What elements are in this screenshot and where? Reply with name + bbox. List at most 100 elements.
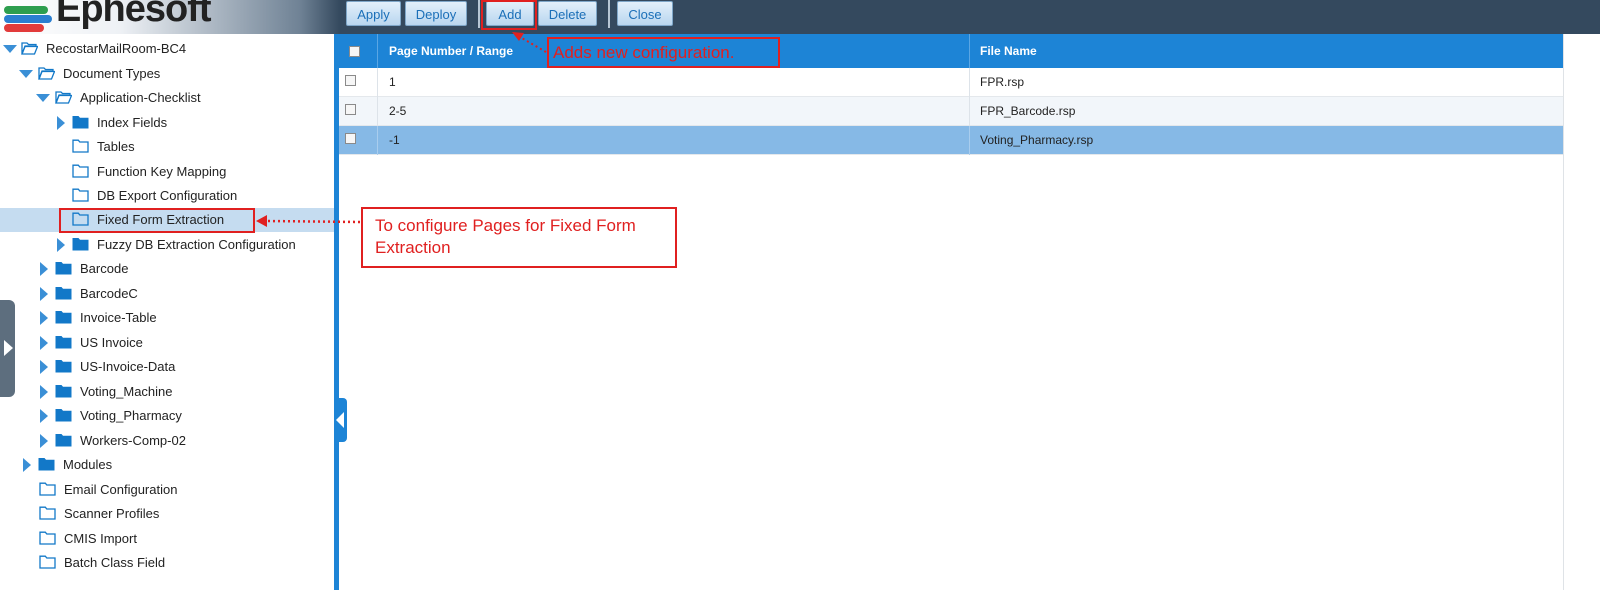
page-range-cell[interactable]: 2-5: [389, 97, 406, 126]
table-row-selected[interactable]: -1 Voting_Pharmacy.rsp: [339, 126, 1563, 155]
close-button[interactable]: Close: [617, 1, 673, 26]
folder-outline-icon: [72, 188, 89, 202]
toolbar-separator: [478, 0, 480, 28]
file-name-cell[interactable]: Voting_Pharmacy.rsp: [980, 126, 1093, 155]
expand-arrow-icon[interactable]: [57, 238, 65, 252]
table-row[interactable]: 1 FPR.rsp: [339, 68, 1563, 97]
fixed-form-note-line1: To configure Pages for Fixed Form: [375, 216, 636, 235]
grid-right-gutter: [1563, 34, 1600, 590]
tree-item-scanner-profiles[interactable]: Scanner Profiles: [0, 502, 334, 526]
tree-item-label: US-Invoice-Data: [80, 359, 176, 374]
tree-item-document-type[interactable]: Voting_Machine: [0, 380, 334, 404]
tree-item-label: Batch Class Field: [64, 555, 166, 570]
tree-item-email-configuration[interactable]: Email Configuration: [0, 478, 334, 502]
apply-button[interactable]: Apply: [346, 1, 401, 26]
logo-bar-green: [4, 6, 48, 14]
tree-item-label: Invoice-Table: [80, 310, 157, 325]
delete-button[interactable]: Delete: [538, 1, 597, 26]
collapse-tree-handle[interactable]: [334, 398, 347, 442]
expand-arrow-icon[interactable]: [40, 360, 48, 374]
page-range-cell[interactable]: -1: [389, 126, 400, 155]
expand-arrow-icon[interactable]: [19, 70, 33, 78]
tree-item-document-type[interactable]: Invoice-Table: [0, 306, 334, 330]
tree-item-cmis-import[interactable]: CMIS Import: [0, 527, 334, 551]
expand-left-panel-handle[interactable]: [0, 300, 15, 397]
folder-icon: [72, 238, 89, 251]
tree-item-db-export-configuration[interactable]: DB Export Configuration: [0, 184, 334, 208]
expand-arrow-icon[interactable]: [23, 458, 31, 472]
tree-item-tables[interactable]: Tables: [0, 135, 334, 159]
tree-item-label: Function Key Mapping: [97, 164, 227, 179]
folder-icon: [55, 336, 72, 349]
tree-item-modules[interactable]: Modules: [0, 453, 334, 477]
fixed-form-highlight: [59, 208, 255, 233]
folder-icon: [55, 287, 72, 300]
file-name-cell[interactable]: FPR.rsp: [980, 68, 1024, 97]
expand-arrow-icon[interactable]: [40, 311, 48, 325]
tree-item-document-type[interactable]: Voting_Pharmacy: [0, 404, 334, 428]
cell-divider: [969, 97, 970, 126]
deploy-button[interactable]: Deploy: [405, 1, 467, 26]
chevron-left-icon: [336, 412, 344, 428]
batch-class-tree: RecostarMailRoom-BC4 Document Types Appl…: [0, 34, 334, 590]
folder-outline-icon: [39, 506, 56, 520]
tree-item-document-type[interactable]: Workers-Comp-02: [0, 429, 334, 453]
tree-item-fuzzy-db-extraction[interactable]: Fuzzy DB Extraction Configuration: [0, 233, 334, 257]
tree-item-root[interactable]: RecostarMailRoom-BC4: [0, 37, 334, 61]
tree-item-label: Voting_Machine: [80, 384, 173, 399]
table-row[interactable]: 2-5 FPR_Barcode.rsp: [339, 97, 1563, 126]
column-header-page-range[interactable]: Page Number / Range: [389, 34, 513, 68]
expand-arrow-icon[interactable]: [36, 94, 50, 102]
expand-arrow-icon[interactable]: [57, 116, 65, 130]
tree-item-application-checklist[interactable]: Application-Checklist: [0, 86, 334, 110]
folder-icon: [72, 116, 89, 129]
folder-open-icon: [21, 42, 38, 55]
row-checkbox[interactable]: [345, 133, 356, 144]
tree-item-document-types[interactable]: Document Types: [0, 62, 334, 86]
row-checkbox[interactable]: [345, 75, 356, 86]
tree-item-document-type[interactable]: BarcodeC: [0, 282, 334, 306]
tree-item-batch-class-field[interactable]: Batch Class Field: [0, 551, 334, 575]
logo-text: Ephesoft: [56, 0, 212, 30]
expand-arrow-icon[interactable]: [40, 385, 48, 399]
tree-item-document-type[interactable]: US Invoice: [0, 331, 334, 355]
expand-arrow-icon[interactable]: [3, 45, 17, 53]
expand-arrow-icon[interactable]: [40, 434, 48, 448]
expand-arrow-icon[interactable]: [40, 336, 48, 350]
folder-icon: [38, 458, 55, 471]
row-checkbox[interactable]: [345, 104, 356, 115]
folder-icon: [55, 262, 72, 275]
tree-item-document-type[interactable]: Barcode: [0, 257, 334, 281]
grid-header: Page Number / Range File Name: [339, 34, 1563, 68]
tree-item-label: Index Fields: [97, 115, 168, 130]
column-header-file-name[interactable]: File Name: [980, 34, 1037, 68]
tree-item-document-type[interactable]: US-Invoice-Data: [0, 355, 334, 379]
tree-item-function-key-mapping[interactable]: Function Key Mapping: [0, 160, 334, 184]
expand-arrow-icon[interactable]: [40, 262, 48, 276]
folder-open-icon: [38, 67, 55, 80]
chevron-right-icon: [4, 340, 13, 356]
tree-item-label: Application-Checklist: [80, 90, 201, 105]
cell-divider: [377, 126, 378, 155]
page-range-cell[interactable]: 1: [389, 68, 396, 97]
folder-outline-icon: [39, 482, 56, 496]
tree-item-label: Voting_Pharmacy: [80, 408, 182, 423]
tree-item-index-fields[interactable]: Index Fields: [0, 111, 334, 135]
logo-bar-red: [4, 24, 44, 32]
folder-icon: [55, 409, 72, 422]
ephesoft-logo: Ephesoft: [4, 0, 212, 34]
add-note-text: Adds new configuration.: [553, 43, 735, 62]
select-all-checkbox[interactable]: [349, 46, 360, 57]
expand-arrow-icon[interactable]: [40, 409, 48, 423]
file-name-cell[interactable]: FPR_Barcode.rsp: [980, 97, 1075, 126]
folder-icon: [55, 360, 72, 373]
tree-item-label: Email Configuration: [64, 482, 178, 497]
tree-item-label: Fuzzy DB Extraction Configuration: [97, 237, 296, 252]
expand-arrow-icon[interactable]: [40, 287, 48, 301]
tree-item-label: Tables: [97, 139, 135, 154]
folder-outline-icon: [39, 531, 56, 545]
tree-item-label: DB Export Configuration: [97, 188, 238, 203]
tree-item-label: BarcodeC: [80, 286, 138, 301]
toolbar-separator: [608, 0, 610, 28]
column-divider: [969, 34, 970, 68]
